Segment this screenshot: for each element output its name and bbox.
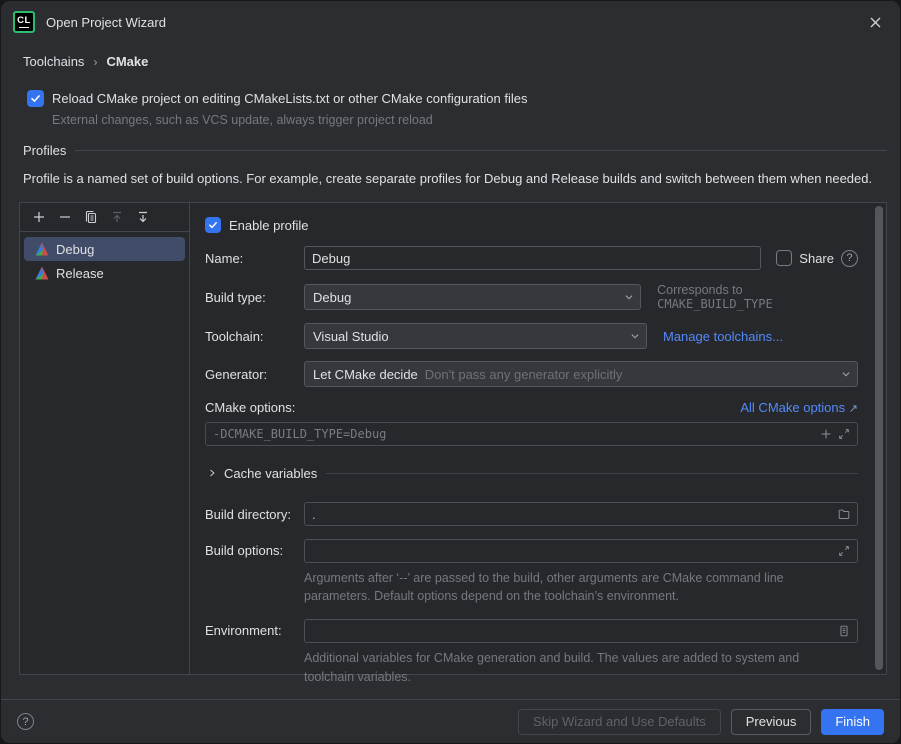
breadcrumb-cmake: CMake [106,54,148,69]
external-link-icon: ↗ [849,403,858,415]
add-profile-icon[interactable] [31,209,47,225]
breadcrumb: Toolchains › CMake [1,43,900,69]
add-option-icon[interactable] [817,425,835,443]
enable-profile-checkbox[interactable] [205,217,221,233]
build-options-label: Build options: [205,539,304,558]
toolchain-label: Toolchain: [205,329,304,344]
name-label: Name: [205,251,304,266]
chevron-down-icon [622,290,636,304]
name-input[interactable]: Debug [304,246,761,270]
profiles-panel: Debug Release Enable profile [19,202,887,675]
close-icon[interactable] [864,11,886,33]
profile-form: Enable profile Name: Debug Share ? Build… [190,203,886,674]
manage-toolchains-link[interactable]: Manage toolchains... [663,329,783,344]
share-help-icon[interactable]: ? [841,250,858,267]
reload-label[interactable]: Reload CMake project on editing CMakeLis… [52,91,527,106]
chevron-down-icon [839,367,853,381]
move-down-icon[interactable] [135,209,151,225]
share-checkbox[interactable] [776,250,792,266]
finish-button[interactable]: Finish [821,709,884,735]
profiles-description: Profile is a named set of build options.… [23,170,878,188]
enable-profile-label[interactable]: Enable profile [229,218,309,233]
profile-list-pane: Debug Release [20,203,190,674]
share-label[interactable]: Share [799,251,834,266]
reload-checkbox[interactable] [27,90,44,107]
environment-hint: Additional variables for CMake generatio… [304,649,828,685]
build-type-select[interactable]: Debug [304,284,641,310]
generator-select[interactable]: Let CMake decide Don't pass any generato… [304,361,858,387]
build-options-hint: Arguments after ‘--’ are passed to the b… [304,569,828,605]
profile-name: Debug [56,242,94,257]
cache-variables-toggle[interactable]: Cache variables [224,466,317,481]
move-up-icon[interactable] [109,209,125,225]
list-icon[interactable] [835,622,853,640]
build-directory-label: Build directory: [205,507,304,522]
expand-icon[interactable] [835,425,853,443]
reload-hint: External changes, such as VCS update, al… [52,113,878,127]
profiles-section-title: Profiles [23,143,66,158]
build-type-hint: Corresponds to CMAKE_BUILD_TYPE [657,283,858,311]
previous-button[interactable]: Previous [731,709,812,735]
profile-list-toolbar [20,203,189,232]
profile-name: Release [56,266,104,281]
build-directory-input[interactable]: . [304,502,858,526]
folder-icon[interactable] [835,505,853,523]
copy-profile-icon[interactable] [83,209,99,225]
generator-value-hint: Don't pass any generator explicitly [425,367,623,382]
expand-icon[interactable] [835,542,853,560]
open-project-wizard-dialog: CL Open Project Wizard Toolchains › CMak… [0,0,901,744]
cmake-options-label: CMake options: [205,400,295,415]
chevron-right-icon[interactable] [205,464,219,482]
breadcrumb-toolchains[interactable]: Toolchains [23,54,84,69]
section-divider [326,473,858,474]
cmake-icon [35,242,49,256]
chevron-right-icon: › [93,55,97,69]
profile-item-release[interactable]: Release [24,261,185,285]
titlebar: CL Open Project Wizard [1,1,900,43]
scrollbar[interactable] [875,206,883,670]
reload-option: Reload CMake project on editing CMakeLis… [27,90,878,127]
remove-profile-icon[interactable] [57,209,73,225]
generator-label: Generator: [205,367,304,382]
window-title: Open Project Wizard [46,15,166,30]
build-type-label: Build type: [205,290,304,305]
profiles-section-header: Profiles [23,143,887,158]
build-options-input[interactable] [304,539,858,563]
help-icon[interactable]: ? [17,713,34,730]
profile-item-debug[interactable]: Debug [24,237,185,261]
environment-label: Environment: [205,619,304,638]
clion-logo-icon: CL [13,11,35,33]
footer: ? Skip Wizard and Use Defaults Previous … [1,699,900,743]
scrollbar-thumb[interactable] [875,206,883,670]
toolchain-select[interactable]: Visual Studio [304,323,647,349]
profile-list: Debug Release [20,232,189,285]
all-cmake-options-link[interactable]: All CMake options ↗ [740,400,858,415]
environment-input[interactable] [304,619,858,643]
chevron-down-icon [628,329,642,343]
cmake-options-input[interactable]: -DCMAKE_BUILD_TYPE=Debug [205,422,858,446]
cmake-icon [35,266,49,280]
section-divider [75,150,887,151]
skip-wizard-button[interactable]: Skip Wizard and Use Defaults [518,709,721,735]
